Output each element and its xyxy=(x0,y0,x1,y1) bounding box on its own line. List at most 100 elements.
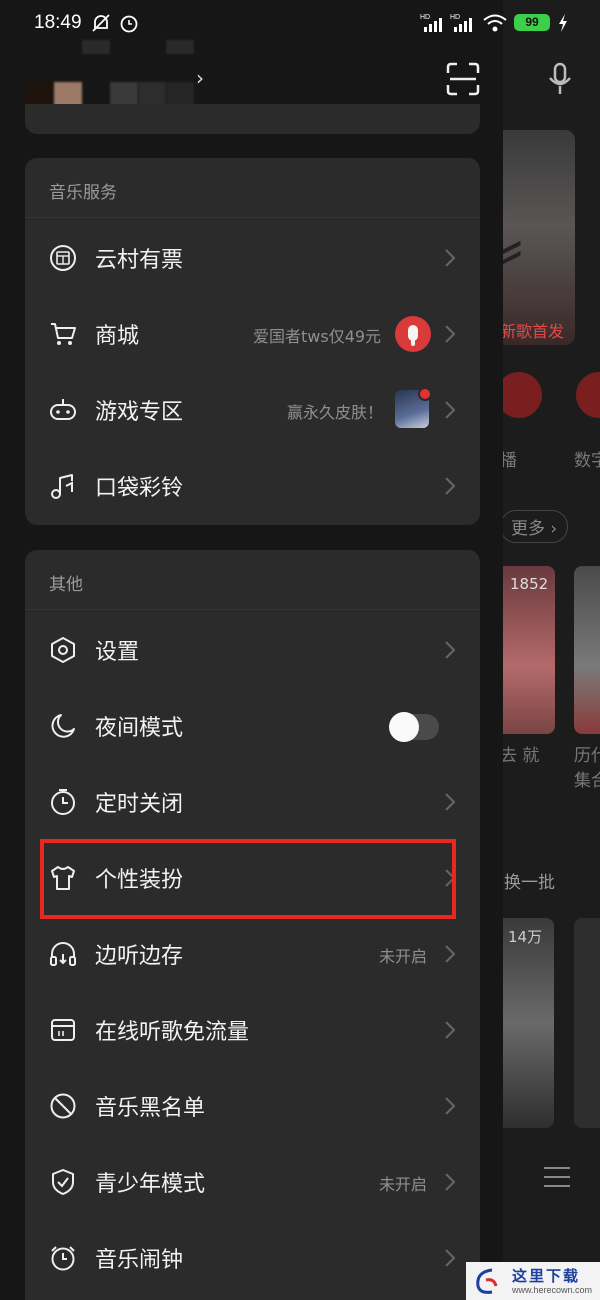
menu-item-label: 设置 xyxy=(95,640,140,665)
settings-hexagon-icon xyxy=(51,637,75,663)
toggle-knob xyxy=(389,712,419,742)
wifi-icon xyxy=(483,14,507,32)
music-note-icon xyxy=(51,474,73,499)
status-time: 18:49 xyxy=(34,12,82,33)
chevron-right-icon xyxy=(445,325,456,343)
chevron-right-icon xyxy=(445,1021,456,1039)
notifications-muted-icon xyxy=(92,14,110,32)
side-drawer: › 音乐服务 云村有票 商城 爱国者tws仅49元 游戏专区 赢永久皮肤！ 口袋… xyxy=(0,0,503,1300)
menu-item-label: 音乐黑名单 xyxy=(95,1096,206,1121)
menu-item-sleep-timer[interactable]: 定时关闭 xyxy=(25,764,480,840)
promo-hint: 赢永久皮肤！ xyxy=(287,403,384,422)
menu-item-pocket-ringtone[interactable]: 口袋彩铃 xyxy=(25,448,480,524)
divider xyxy=(25,217,480,218)
ticket-icon xyxy=(50,245,76,271)
status-bar: 18:49 HD HD 99 xyxy=(0,0,600,50)
menu-item-night-mode[interactable]: 夜间模式 xyxy=(25,688,480,764)
menu-item-label: 音乐闹钟 xyxy=(95,1248,184,1273)
background-home-screen: ⸗ 新歌首发 播 数字 更多 › 1852 去 就 历代 集合 换一批 14万 xyxy=(490,0,600,1300)
section-title: 音乐服务 xyxy=(49,183,117,203)
card-count: 1852 xyxy=(510,575,549,593)
status-hint: 未开启 xyxy=(379,1175,428,1194)
menu-item-settings[interactable]: 设置 xyxy=(25,612,480,688)
banner-artwork: ⸗ xyxy=(500,205,524,287)
card-caption: 集合 xyxy=(574,771,600,791)
chevron-right-icon xyxy=(445,1173,456,1191)
night-mode-toggle[interactable] xyxy=(389,712,439,742)
menu-item-free-data-streaming[interactable]: 在线听歌免流量 xyxy=(25,992,480,1068)
chevron-right-icon xyxy=(445,793,456,811)
chevron-right-icon xyxy=(445,1249,456,1267)
site-watermark: 这里下载 www.herecown.com xyxy=(466,1262,600,1300)
chevron-right-icon xyxy=(445,1097,456,1115)
menu-item-label: 定时关闭 xyxy=(95,792,184,817)
game-thumbnail xyxy=(395,387,432,428)
card-caption: 去 就 xyxy=(500,746,540,766)
menu-item-teen-mode[interactable]: 青少年模式 未开启 xyxy=(25,1144,480,1220)
watermark-logo-icon xyxy=(476,1268,498,1294)
signal-icon: HD xyxy=(450,14,472,32)
chevron-right-icon xyxy=(445,249,456,267)
watermark-text: 这里下载 xyxy=(512,1267,581,1285)
menu-item-cloud-tickets[interactable]: 云村有票 xyxy=(25,220,480,296)
refresh-button[interactable]: 换一批 xyxy=(504,868,555,893)
highlight-annotation xyxy=(40,839,456,919)
menu-item-label: 游戏专区 xyxy=(95,400,184,425)
section-title: 其他 xyxy=(49,575,83,595)
menu-item-label: 夜间模式 xyxy=(95,716,184,741)
banner-tag: 新歌首发 xyxy=(500,322,565,341)
menu-item-label: 商城 xyxy=(95,324,140,349)
nav-label: 数字 xyxy=(574,451,600,471)
chevron-right-icon xyxy=(445,401,456,419)
more-button[interactable]: 更多 › xyxy=(500,510,569,543)
notification-dot xyxy=(418,387,432,401)
menu-item-label: 青少年模式 xyxy=(95,1172,206,1197)
nav-circle-icon xyxy=(576,372,600,418)
headphones-download-icon xyxy=(50,942,76,966)
moon-icon xyxy=(51,714,75,738)
menu-item-listen-and-save[interactable]: 边听边存 未开启 xyxy=(25,916,480,992)
sim-card-icon xyxy=(51,1019,75,1041)
divider xyxy=(25,609,480,610)
signal-label: HD xyxy=(450,14,460,21)
signal-label: HD xyxy=(420,14,430,21)
alarm-clock-status-icon xyxy=(120,15,138,33)
play-count: 14万 xyxy=(508,928,543,946)
block-icon xyxy=(50,1093,76,1119)
earbuds-thumbnail xyxy=(395,316,431,352)
previous-card-edge xyxy=(25,104,480,134)
card-caption: 历代 xyxy=(574,746,600,766)
signal-icon: HD xyxy=(420,14,442,32)
cart-icon xyxy=(51,323,76,345)
chevron-right-icon xyxy=(445,945,456,963)
menu-item-label: 边听边存 xyxy=(95,944,184,969)
menu-item-music-alarm[interactable]: 音乐闹钟 xyxy=(25,1220,480,1296)
menu-item-store[interactable]: 商城 爱国者tws仅49元 xyxy=(25,296,480,372)
status-hint: 未开启 xyxy=(379,947,428,966)
menu-item-label: 云村有票 xyxy=(95,248,184,273)
menu-item-label: 口袋彩铃 xyxy=(95,476,184,501)
charging-bolt-icon xyxy=(559,14,567,32)
profile-chevron-icon: › xyxy=(196,66,204,90)
more-label: 更多 xyxy=(511,519,545,539)
microphone-icon[interactable] xyxy=(548,62,572,96)
alarm-icon xyxy=(51,1246,75,1271)
promo-hint: 爱国者tws仅49元 xyxy=(253,327,382,346)
menu-item-music-blacklist[interactable]: 音乐黑名单 xyxy=(25,1068,480,1144)
playlist-card xyxy=(574,566,600,734)
menu-item-label: 在线听歌免流量 xyxy=(95,1020,250,1045)
menu-item-game-zone[interactable]: 游戏专区 赢永久皮肤！ xyxy=(25,372,480,448)
music-services-card: 音乐服务 云村有票 商城 爱国者tws仅49元 游戏专区 赢永久皮肤！ 口袋彩铃 xyxy=(25,158,480,525)
battery-indicator: 99 xyxy=(514,14,550,31)
timer-icon xyxy=(51,789,75,815)
playlist-icon[interactable] xyxy=(542,1162,572,1192)
watermark-url: www.herecown.com xyxy=(512,1285,593,1295)
chevron-right-icon xyxy=(445,641,456,659)
gamepad-icon xyxy=(50,399,76,420)
shield-check-icon xyxy=(52,1169,74,1195)
others-card: 其他 设置 夜间模式 定时关闭 个性装扮 边听边存 未开启 在线听歌免流量 音乐… xyxy=(25,550,480,1300)
song-card xyxy=(494,918,554,1128)
song-card xyxy=(574,918,600,1128)
scan-icon[interactable] xyxy=(446,62,480,96)
chevron-right-icon xyxy=(445,477,456,495)
